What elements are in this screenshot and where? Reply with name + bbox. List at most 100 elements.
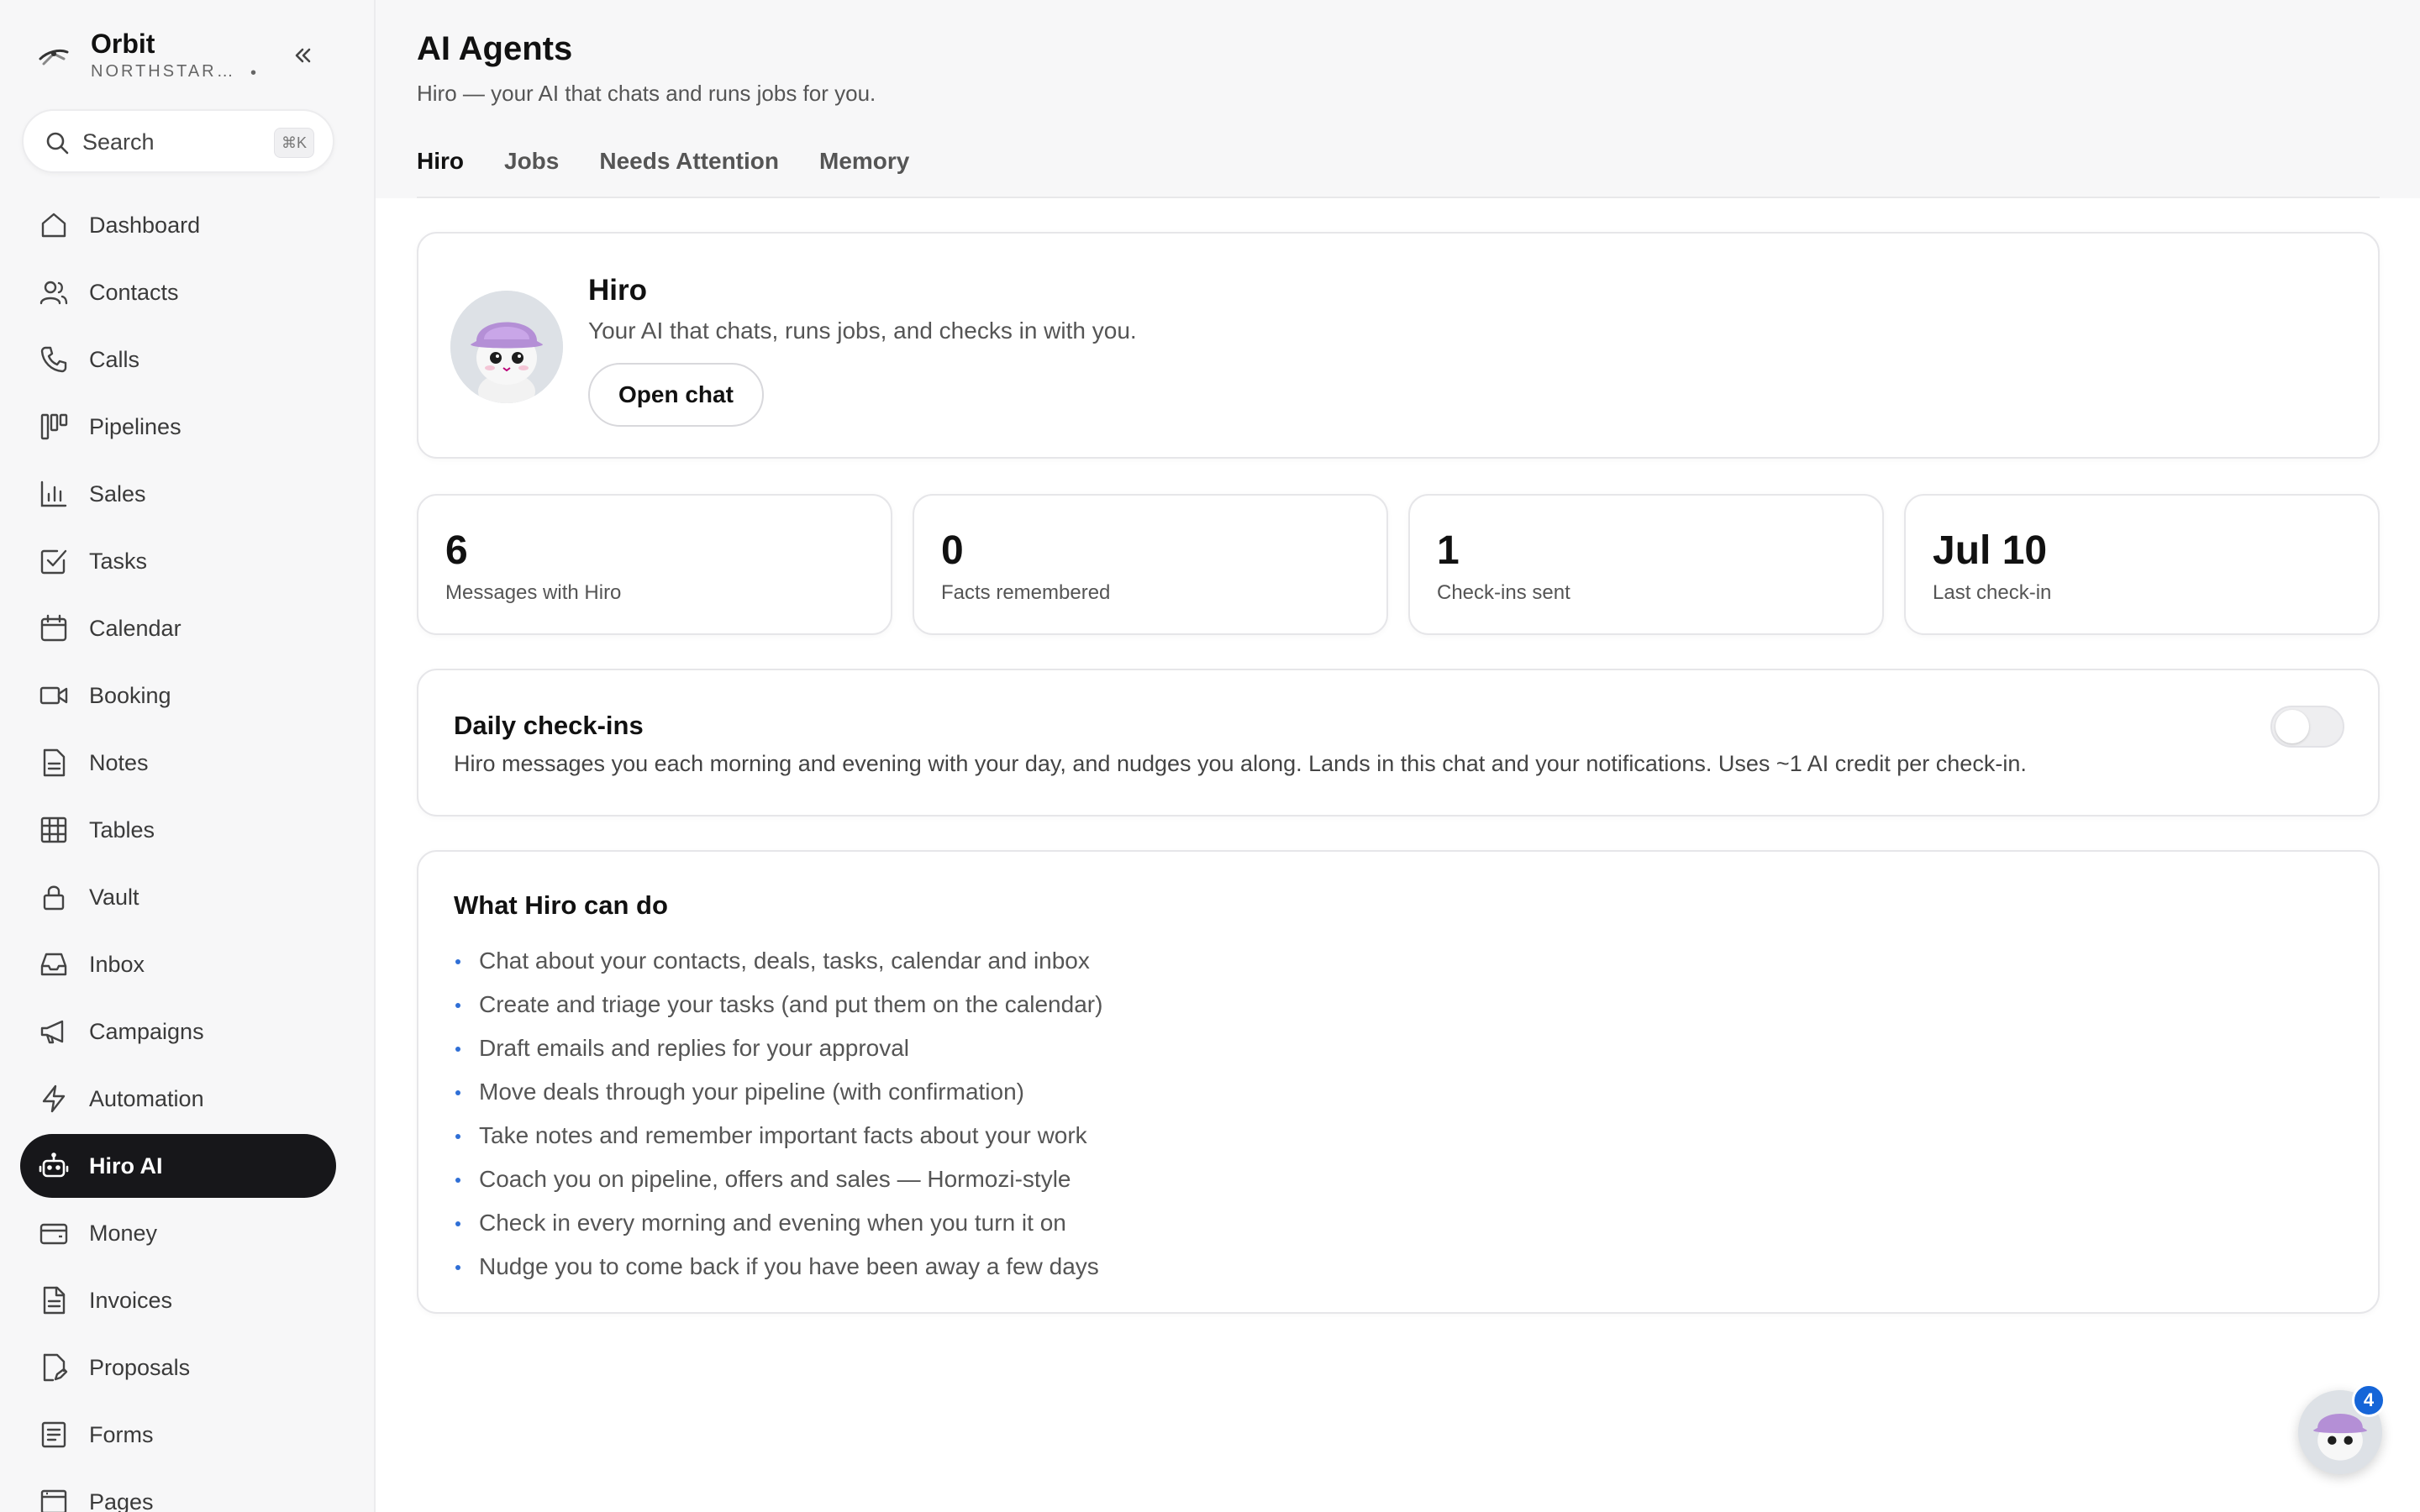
sidebar-item-hiro-ai[interactable]: Hiro AI [20,1134,336,1198]
app-name: Orbit [91,29,155,59]
sidebar-item-label: Calls [89,346,140,372]
workspace-switcher[interactable]: Orbit NORTHSTAR ... • [35,29,355,84]
robot-icon [39,1152,69,1178]
checkbox-icon [40,549,67,575]
sidebar-item-label: Proposals [89,1354,191,1380]
video-icon [39,686,68,705]
stat-label: Last check-in [1933,581,2052,604]
sidebar-item-tables[interactable]: Tables [20,798,336,862]
toggle-knob [2275,710,2309,743]
search-box[interactable]: ⌘K [22,109,334,173]
cat-mascot-icon [450,291,563,403]
note-icon [43,748,66,777]
stat-card-checkins: 1 Check-ins sent [1408,494,1884,635]
capabilities-card: What Hiro can do Chat about your contact… [417,850,2380,1314]
tab-hiro[interactable]: Hiro [417,148,464,192]
sidebar-item-calls[interactable]: Calls [20,328,336,391]
proposal-icon [43,1353,68,1382]
sidebar-item-sales[interactable]: Sales [20,462,336,526]
sidebar-item-label: Vault [89,884,139,910]
sidebar-item-label: Tasks [89,548,148,574]
sidebar-item-label: Calendar [89,615,182,641]
page-header: AI Agents Hiro — your AI that chats and … [376,0,2420,198]
inbox-icon [40,953,67,976]
list-item: Check in every morning and evening when … [454,1201,1102,1245]
sidebar-item-label: Dashboard [89,212,201,238]
grid-icon [40,816,67,843]
tab-jobs[interactable]: Jobs [504,148,559,192]
lightning-icon [42,1084,66,1113]
sidebar-nav: Dashboard Contacts Calls Pipelines Sales… [20,193,336,1512]
search-icon [46,132,69,155]
sidebar-item-automation[interactable]: Automation [20,1067,336,1131]
stat-card-messages: 6 Messages with Hiro [417,494,892,635]
sidebar-item-tasks[interactable]: Tasks [20,529,336,593]
list-item: Create and triage your tasks (and put th… [454,983,1102,1026]
sidebar-item-pipelines[interactable]: Pipelines [20,395,336,459]
users-icon [39,281,68,305]
agent-description: Your AI that chats, runs jobs, and check… [588,318,1137,344]
sidebar-item-pages[interactable]: Pages [20,1470,336,1512]
sidebar-item-label: Automation [89,1085,204,1111]
sidebar-item-contacts[interactable]: Contacts [20,260,336,324]
list-item: Coach you on pipeline, offers and sales … [454,1158,1102,1201]
stat-card-facts: 0 Facts remembered [913,494,1388,635]
invoice-icon [43,1286,66,1315]
sidebar-item-label: Booking [89,682,171,708]
sidebar-item-label: Notes [89,749,149,775]
sidebar-item-dashboard[interactable]: Dashboard [20,193,336,257]
stat-label: Messages with Hiro [445,581,622,604]
agent-name: Hiro [588,274,647,307]
sidebar-item-calendar[interactable]: Calendar [20,596,336,660]
page-title: AI Agents [417,30,573,67]
capabilities-title: What Hiro can do [454,890,668,920]
agent-card: Hiro Your AI that chats, runs jobs, and … [417,232,2380,459]
hiro-chat-launcher-button[interactable]: 4 [2298,1383,2386,1474]
sidebar: Orbit NORTHSTAR ... • ⌘K Dashboard Conta… [0,0,376,1512]
hiro-avatar [450,291,563,403]
sidebar-item-booking[interactable]: Booking [20,664,336,727]
open-chat-button[interactable]: Open chat [588,363,764,427]
unread-count-badge: 4 [2352,1383,2386,1417]
phone-icon [40,346,67,373]
list-item: Draft emails and replies for your approv… [454,1026,1102,1070]
checkins-title: Daily check-ins [454,711,644,740]
orbit-logo-icon [39,49,69,66]
sidebar-item-money[interactable]: Money [20,1201,336,1265]
lock-icon [43,885,65,911]
checkins-description: Hiro messages you each morning and eveni… [454,751,2027,776]
search-shortcut-badge: ⌘K [273,128,314,158]
kanban-icon [40,413,68,440]
sidebar-item-label: Invoices [89,1287,173,1313]
sidebar-item-label: Tables [89,816,155,843]
sidebar-item-vault[interactable]: Vault [20,865,336,929]
stat-label: Check-ins sent [1437,581,1570,604]
home-icon [41,213,66,238]
list-item: Chat about your contacts, deals, tasks, … [454,939,1102,983]
list-item: Move deals through your pipeline (with c… [454,1070,1102,1114]
search-input[interactable] [82,123,276,161]
sidebar-item-proposals[interactable]: Proposals [20,1336,336,1399]
main-content: AI Agents Hiro — your AI that chats and … [376,0,2420,1512]
sidebar-item-inbox[interactable]: Inbox [20,932,336,996]
stat-label: Facts remembered [941,581,1111,604]
stat-value: Jul 10 [1933,528,2048,573]
sidebar-item-campaigns[interactable]: Campaigns [20,1000,336,1063]
sidebar-item-notes[interactable]: Notes [20,731,336,795]
sidebar-item-label: Hiro AI [89,1152,163,1179]
stat-card-last-checkin: Jul 10 Last check-in [1904,494,2380,635]
sidebar-item-label: Inbox [89,951,145,977]
stat-value: 0 [941,528,964,573]
sidebar-item-forms[interactable]: Forms [20,1403,336,1467]
tab-memory[interactable]: Memory [819,148,909,192]
sidebar-item-invoices[interactable]: Invoices [20,1268,336,1332]
tab-needs-attention[interactable]: Needs Attention [599,148,779,192]
chevrons-left-icon [295,48,311,63]
tab-bar: Hiro Jobs Needs Attention Memory [417,148,909,192]
sidebar-item-label: Money [89,1220,158,1246]
list-item: Take notes and remember important facts … [454,1114,1102,1158]
collapse-sidebar-button[interactable] [284,37,321,74]
sidebar-item-label: Contacts [89,279,179,305]
tab-divider [417,197,2380,198]
daily-checkins-toggle[interactable] [2270,706,2344,748]
